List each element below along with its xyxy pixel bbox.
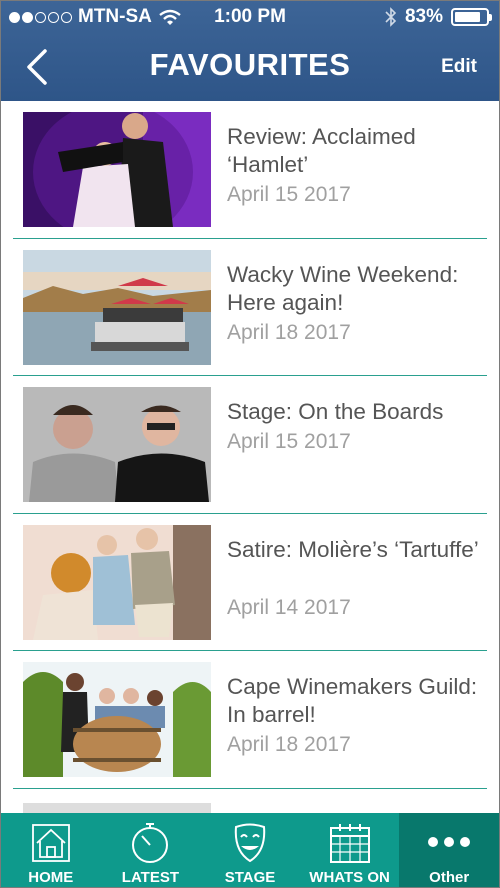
more-dots-icon [428, 837, 471, 847]
article-date: April 18 2017 [227, 733, 351, 756]
battery-level [455, 12, 480, 22]
article-title: Review: Acclaimed ‘Hamlet’ [227, 124, 416, 177]
tab-label: Other [429, 869, 470, 886]
header: MTN-SA 1:00 PM 83% FAVOURITES Edit [1, 1, 499, 101]
tab-label: WHATS ON [309, 869, 390, 886]
tab-label: LATEST [121, 869, 179, 886]
article-thumbnail [23, 524, 211, 640]
tab-label: STAGE [224, 869, 276, 886]
article-date: April 14 2017 [227, 595, 351, 619]
page-title: FAVOURITES [149, 47, 351, 82]
article-title: Wacky Wine Weekend: Here again! [227, 261, 459, 315]
list-item[interactable]: Wacky Wine Weekend: Here again! April 18… [13, 239, 487, 376]
status-bar: MTN-SA 1:00 PM 83% [1, 1, 499, 33]
article-date: April 15 2017 [227, 430, 351, 453]
list-item[interactable]: Satire: Molière’s ‘Tartuffe’ April 14 20… [13, 514, 487, 651]
edit-button[interactable]: Edit [441, 56, 477, 78]
battery-percent: 83% [404, 6, 443, 27]
list-item[interactable]: Stage: On the Boards April 15 2017 [13, 376, 487, 514]
article-date: April 15 2017 [227, 183, 351, 206]
article-thumbnail [23, 662, 211, 777]
app-screen: MTN-SA 1:00 PM 83% FAVOURITES Edit Revie… [0, 0, 500, 888]
home-icon [31, 824, 70, 862]
tab-label: HOME [28, 869, 74, 886]
dot [428, 837, 439, 847]
list-item[interactable]: Review: Acclaimed ‘Hamlet’ April 15 2017 [13, 101, 487, 239]
article-date: April 18 2017 [227, 320, 351, 344]
tab-whats-on[interactable]: WHATS ON [300, 813, 400, 887]
article-thumbnail [23, 112, 211, 227]
article-thumbnail [23, 249, 211, 365]
tab-bar: HOME LATEST STAGE WHATS ON Other [1, 813, 499, 887]
tab-other[interactable]: Other [399, 813, 499, 887]
article-title: Stage: On the Boards [227, 399, 444, 424]
article-title: Satire: Molière’s ‘Tartuffe’ [227, 536, 479, 562]
dot [460, 837, 471, 847]
status-right: 83% [385, 6, 492, 28]
theatre-mask-icon [234, 823, 266, 863]
tab-latest[interactable]: LATEST [101, 813, 201, 887]
nav-bar: FAVOURITES Edit [1, 33, 499, 101]
article-title: Cape Winemakers Guild: In barrel! [227, 674, 478, 727]
article-thumbnail [23, 387, 211, 502]
calendar-icon [329, 824, 370, 863]
tab-home[interactable]: HOME [1, 813, 101, 887]
dot [444, 837, 455, 847]
bluetooth-icon [385, 7, 397, 27]
stopwatch-icon [132, 823, 169, 863]
tab-stage[interactable]: STAGE [200, 813, 300, 887]
list-item-partial[interactable] [13, 789, 487, 813]
favourites-list[interactable]: Review: Acclaimed ‘Hamlet’ April 15 2017 [1, 101, 499, 813]
article-thumbnail [23, 802, 211, 813]
list-item[interactable]: Cape Winemakers Guild: In barrel! April … [13, 651, 487, 789]
battery-icon [451, 8, 492, 26]
